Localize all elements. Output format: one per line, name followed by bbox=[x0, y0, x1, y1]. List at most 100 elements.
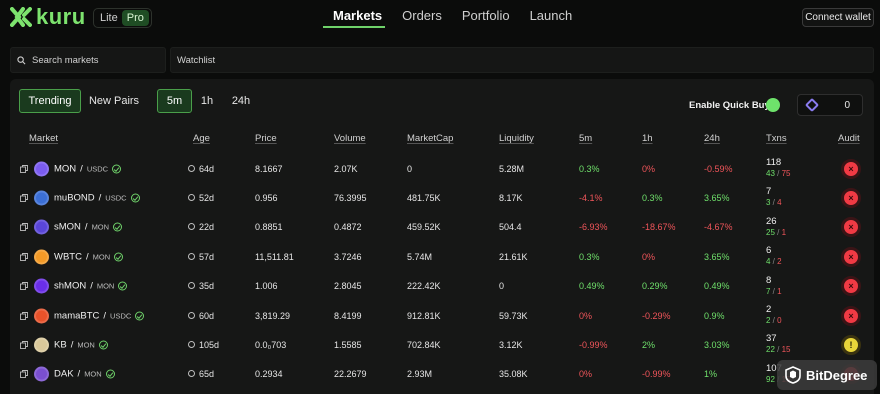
copy-icon[interactable] bbox=[20, 282, 28, 291]
col-price[interactable]: Price bbox=[255, 133, 277, 144]
age-value: 64d bbox=[199, 163, 215, 174]
copy-icon[interactable] bbox=[20, 164, 28, 173]
col-24h[interactable]: 24h bbox=[704, 133, 720, 144]
verified-icon bbox=[113, 222, 123, 232]
audit-fail-icon[interactable]: × bbox=[841, 246, 861, 267]
txns-sells: 1 bbox=[781, 227, 787, 237]
quick-buy-amount: 0 bbox=[844, 99, 850, 111]
col-marketcap[interactable]: MarketCap bbox=[407, 133, 453, 144]
pair-slash: / bbox=[70, 339, 74, 351]
pair-base: muBOND bbox=[54, 192, 95, 204]
timeframe-5m[interactable]: 5m bbox=[157, 89, 192, 113]
audit-fail-icon[interactable]: × bbox=[841, 276, 861, 297]
age-value: 60d bbox=[199, 310, 215, 321]
market-pair[interactable]: muBOND / USDC bbox=[54, 192, 140, 203]
pair-slash: / bbox=[80, 163, 83, 174]
table-row[interactable]: DAK / MON 65d 0.2934 22.2679 2.93M 35.08K … bbox=[10, 360, 874, 389]
age-cell: 65d bbox=[188, 369, 214, 379]
copy-icon[interactable] bbox=[20, 340, 28, 349]
mode-lite[interactable]: Lite bbox=[100, 12, 118, 24]
copy-icon[interactable] bbox=[20, 252, 28, 261]
market-pair[interactable]: mamaBTC / USDC bbox=[54, 310, 145, 321]
volume-cell: 22.2679 bbox=[334, 369, 367, 380]
bitdegree-watermark: BitDegree bbox=[777, 360, 877, 390]
txns-sells: 0 bbox=[777, 316, 782, 325]
col-1h[interactable]: 1h bbox=[642, 133, 653, 144]
market-pair[interactable]: shMON / MON bbox=[54, 280, 128, 292]
audit-fail-icon[interactable]: × bbox=[841, 305, 861, 326]
watchlist-bar[interactable]: Watchlist bbox=[170, 47, 874, 73]
mamabtc-icon bbox=[34, 308, 49, 323]
col-5m[interactable]: 5m bbox=[579, 133, 592, 144]
change-24h-cell: 0.9% bbox=[704, 310, 725, 321]
col-audit[interactable]: Audit bbox=[838, 133, 860, 144]
top-bar: kuru Lite Pro Markets Orders Portfolio L… bbox=[0, 0, 880, 40]
timeframe-24h[interactable]: 24h bbox=[226, 89, 256, 113]
table-row[interactable]: KB / MON 105d 0.0₀703 1.5585 702.84K 3.12K… bbox=[10, 330, 874, 359]
age-cell: 105d bbox=[188, 340, 219, 350]
col-liquidity[interactable]: Liquidity bbox=[499, 133, 534, 144]
table-row[interactable]: shMON / MON 35d 1.006 2.8045 222.42K 0 0.4… bbox=[10, 272, 874, 301]
txns-split: 7 / 1 bbox=[766, 286, 782, 296]
audit-fail-icon[interactable]: × bbox=[841, 158, 861, 179]
nav-launch[interactable]: Launch bbox=[520, 9, 583, 27]
copy-icon[interactable] bbox=[20, 193, 28, 202]
pair-base: shMON bbox=[54, 280, 87, 292]
market-pair[interactable]: DAK / MON bbox=[54, 369, 115, 380]
pair-quote: USDC bbox=[110, 311, 132, 320]
table-row[interactable]: mamaBTC / USDC 60d 3,819.29 8.4199 912.81K… bbox=[10, 301, 874, 330]
market-pair[interactable]: MON / USDC bbox=[54, 163, 122, 174]
audit-fail-icon[interactable]: × bbox=[841, 217, 861, 238]
pair-base: KB bbox=[54, 339, 67, 351]
copy-icon[interactable] bbox=[20, 311, 28, 320]
verified-icon bbox=[114, 252, 124, 262]
table-row[interactable]: sMON / MON 22d 0.8851 0.4872 459.52K 504.4… bbox=[10, 213, 874, 242]
col-volume[interactable]: Volume bbox=[334, 133, 366, 144]
audit-fail-icon[interactable]: × bbox=[841, 187, 861, 208]
audit-warning-icon[interactable]: ! bbox=[841, 334, 861, 355]
pair-quote: MON bbox=[92, 252, 111, 262]
txns-split: 4 / 2 bbox=[766, 257, 782, 267]
col-age[interactable]: Age bbox=[193, 133, 210, 144]
table-row[interactable]: WBTC / MON 57d 11,511.81 3.7246 5.74M 21.6… bbox=[10, 242, 874, 271]
liquidity-cell: 35.08K bbox=[499, 369, 528, 380]
tab-new-pairs[interactable]: New Pairs bbox=[85, 89, 143, 113]
timeframe-1h[interactable]: 1h bbox=[195, 89, 219, 113]
change-5m-cell: 0.49% bbox=[579, 281, 605, 292]
liquidity-cell: 504.4 bbox=[499, 222, 522, 233]
mode-switch[interactable]: Lite Pro bbox=[93, 8, 152, 28]
volume-cell: 0.4872 bbox=[334, 222, 362, 233]
mode-pro[interactable]: Pro bbox=[121, 10, 149, 26]
quick-buy-toggle[interactable] bbox=[766, 98, 780, 112]
col-txns[interactable]: Txns bbox=[766, 133, 787, 144]
market-pair[interactable]: sMON / MON bbox=[54, 222, 123, 233]
search-markets-input[interactable]: Search markets bbox=[10, 47, 166, 73]
table-row[interactable]: muBOND / USDC 52d 0.956 76.3995 481.75K 8.… bbox=[10, 183, 874, 212]
clock-icon bbox=[188, 341, 195, 349]
quick-buy-amount-input[interactable]: 0 bbox=[797, 94, 863, 116]
pair-base: WBTC bbox=[54, 251, 82, 263]
change-24h-cell: 3.65% bbox=[704, 192, 730, 203]
tab-trending[interactable]: Trending bbox=[19, 89, 81, 113]
market-pair[interactable]: KB / MON bbox=[54, 339, 108, 350]
table-row[interactable]: MON / USDC 64d 8.1667 2.07K 0 5.28M 0.3% 0… bbox=[10, 154, 874, 183]
change-1h-cell: 0% bbox=[642, 163, 656, 174]
kuru-logo[interactable]: kuru bbox=[10, 6, 86, 28]
txns-sells: 4 bbox=[777, 198, 782, 208]
txns-total: 118 bbox=[766, 157, 782, 168]
nav-orders[interactable]: Orders bbox=[392, 9, 452, 27]
market-pair[interactable]: WBTC / MON bbox=[54, 251, 124, 263]
change-1h-cell: -0.29% bbox=[642, 310, 671, 321]
volume-cell: 8.4199 bbox=[334, 310, 362, 321]
kb-icon bbox=[34, 337, 49, 353]
connect-wallet-button[interactable]: Connect wallet bbox=[802, 8, 874, 27]
copy-icon[interactable] bbox=[20, 370, 28, 379]
col-market[interactable]: Market bbox=[29, 133, 58, 144]
nav-portfolio[interactable]: Portfolio bbox=[452, 9, 520, 27]
age-cell: 60d bbox=[188, 311, 214, 321]
copy-icon[interactable] bbox=[20, 223, 28, 232]
verified-icon bbox=[105, 369, 115, 379]
nav-markets[interactable]: Markets bbox=[323, 9, 392, 27]
volume-cell: 2.07K bbox=[334, 163, 358, 174]
main-nav: Markets Orders Portfolio Launch bbox=[323, 9, 582, 27]
